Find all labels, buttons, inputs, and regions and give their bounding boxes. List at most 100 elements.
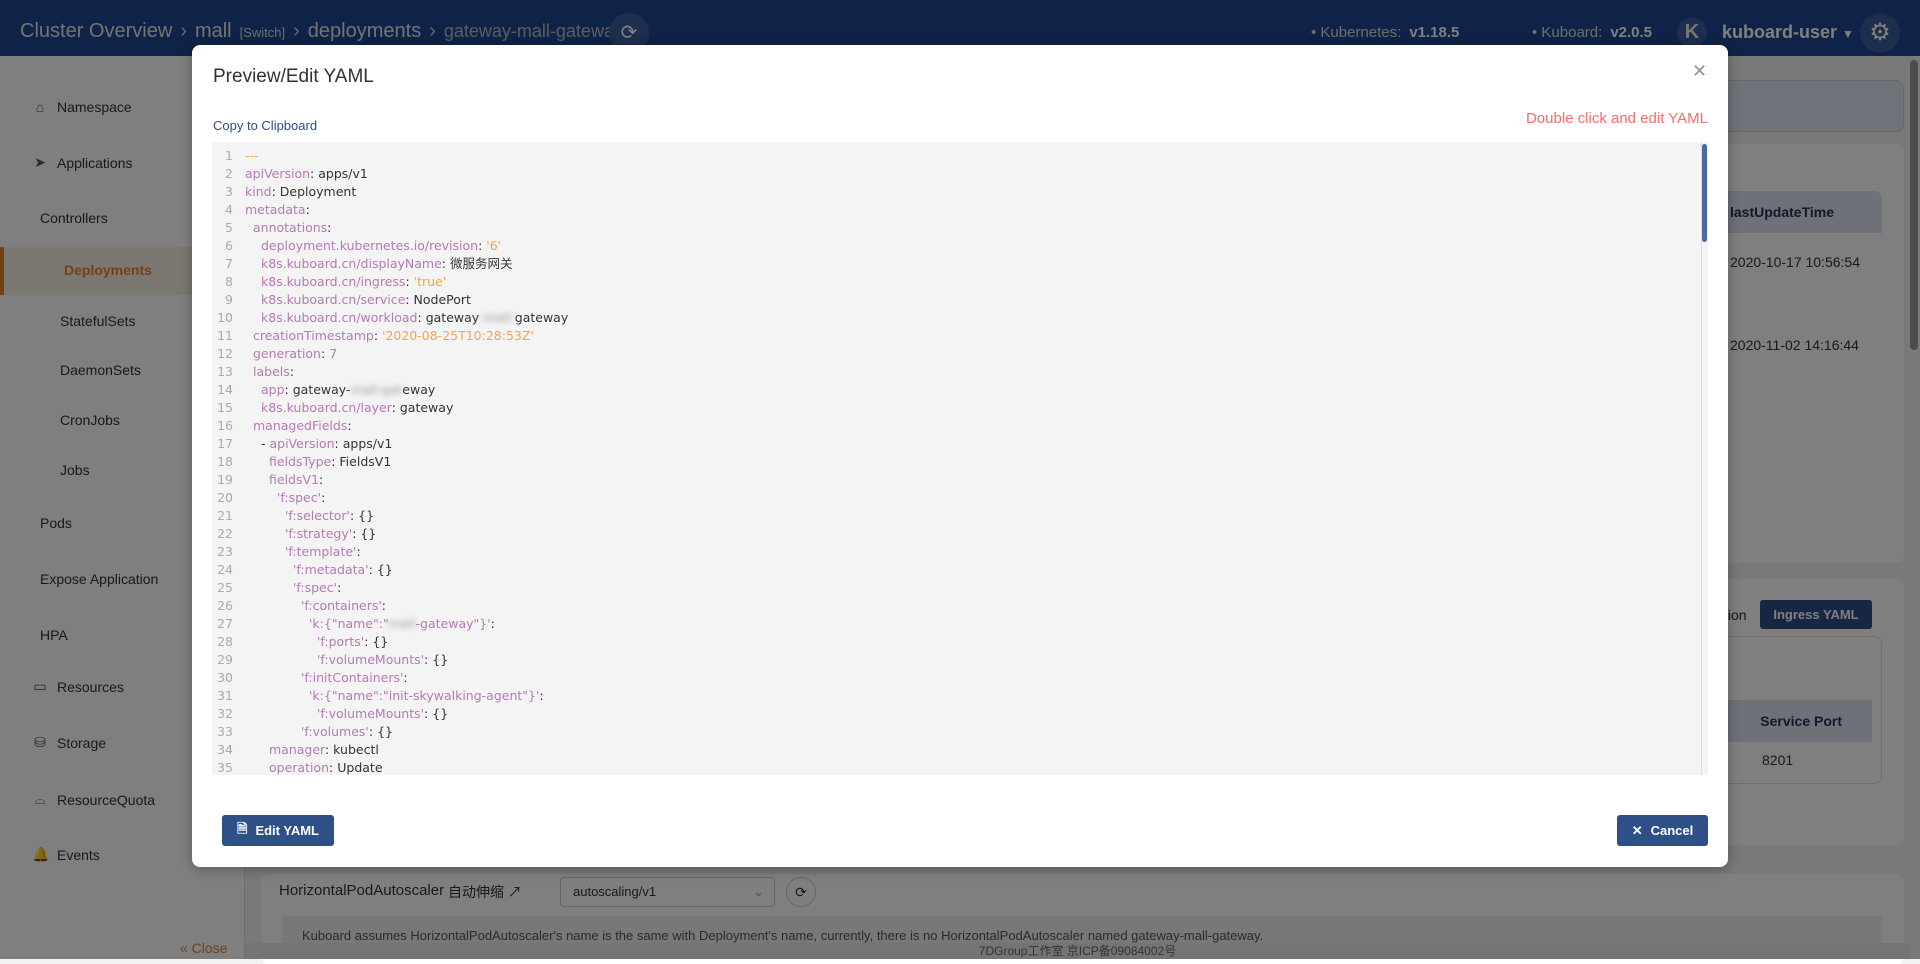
code-line: 2 apiVersion: apps/v1 — [212, 165, 1708, 183]
yaml-key: kind — [245, 184, 272, 199]
yaml-key: k8s.kuboard.cn/service — [261, 292, 406, 307]
code-line: 3 kind: Deployment — [212, 183, 1708, 201]
yaml-key: 'f:volumeMounts' — [317, 706, 425, 721]
line-number: 5 — [225, 220, 233, 235]
yaml-key: managedFields — [253, 418, 348, 433]
code-line: 25 'f:spec': — [212, 579, 1708, 597]
line-number: 11 — [217, 328, 233, 343]
yaml-value: Update — [337, 760, 383, 775]
edit-yaml-button[interactable]: 🗎 Edit YAML — [222, 815, 334, 846]
dialog-title: Preview/Edit YAML — [213, 66, 374, 87]
code-line: 20 'f:spec': — [212, 489, 1708, 507]
code-line: 6 deployment.kubernetes.io/revision: '6' — [212, 237, 1708, 255]
line-number: 35 — [217, 760, 233, 775]
code-line: 9 k8s.kuboard.cn/service: NodePort — [212, 291, 1708, 309]
yaml-key: 'f:volumes' — [301, 724, 369, 739]
code-line: 10 k8s.kuboard.cn/workload: gateway-mall-… — [212, 309, 1708, 327]
line-number: 2 — [225, 166, 233, 181]
yaml-key: labels — [253, 364, 290, 379]
line-number: 17 — [217, 436, 233, 451]
yaml-value: Deployment — [279, 184, 357, 199]
line-number: 1 — [225, 148, 233, 163]
yaml-value: kubectl — [333, 742, 379, 757]
code-line: 1 --- — [212, 147, 1708, 165]
code-line: 24'f:metadata': {} — [212, 561, 1708, 579]
yaml-key: 'f:volumeMounts' — [317, 652, 425, 667]
yaml-colon: : — [539, 688, 544, 703]
yaml-colon: : — [381, 598, 386, 613]
yaml-key: 'f:metadata' — [293, 562, 369, 577]
line-number: 13 — [217, 364, 233, 379]
code-line: 30 'f:initContainers': — [212, 669, 1708, 687]
redacted-text: -mall- — [478, 310, 515, 325]
code-line: 35 operation: Update — [212, 759, 1708, 775]
cancel-button[interactable]: ✕ Cancel — [1617, 815, 1708, 846]
yaml-colon: : — [347, 418, 352, 433]
yaml-colon: : — [403, 670, 408, 685]
yaml-colon: : — [289, 364, 294, 379]
redacted-text: mall-gat — [350, 382, 403, 397]
editor-scrollbar-thumb[interactable] — [1702, 144, 1707, 242]
line-number: 14 — [217, 382, 233, 397]
yaml-key: apiVersion — [245, 166, 311, 181]
yaml-value: {} — [376, 562, 393, 577]
line-number: 31 — [217, 688, 233, 703]
yaml-key: annotations — [253, 220, 328, 235]
yaml-value: 微服务网关 — [450, 256, 513, 271]
yaml-key: fieldsType — [269, 454, 332, 469]
yaml-key: metadata — [245, 202, 306, 217]
yaml-key: 'f:ports' — [317, 634, 365, 649]
yaml-value: {} — [432, 652, 449, 667]
code-line: 18 fieldsType: FieldsV1 — [212, 453, 1708, 471]
close-icon[interactable]: ✕ — [1692, 61, 1707, 82]
yaml-key: 'f:spec' — [277, 490, 322, 505]
code-line: 13 labels: — [212, 363, 1708, 381]
line-number: 28 — [217, 634, 233, 649]
line-number: 8 — [225, 274, 233, 289]
code-line: 17- apiVersion: apps/v1 — [212, 435, 1708, 453]
code-line: 22'f:strategy': {} — [212, 525, 1708, 543]
yaml-key: k8s.kuboard.cn/displayName — [261, 256, 442, 271]
line-number: 20 — [217, 490, 233, 505]
line-number: 25 — [217, 580, 233, 595]
yaml-key: 'f:template' — [285, 544, 357, 559]
yaml-key: 'k:{"name":"init-skywalking-agent"}' — [309, 688, 540, 703]
code-line: 4 metadata: — [212, 201, 1708, 219]
yaml-value: {} — [432, 706, 449, 721]
file-edit-icon: 🗎 — [236, 820, 248, 836]
yaml-colon: : — [490, 616, 495, 631]
yaml-key: k8s.kuboard.cn/ingress — [261, 274, 406, 289]
code-line: 21'f:selector': {} — [212, 507, 1708, 525]
line-number: 34 — [217, 742, 233, 757]
code-line: 15 k8s.kuboard.cn/layer: gateway — [212, 399, 1708, 417]
yaml-value: gateway — [514, 310, 569, 325]
code-line: 23 'f:template': — [212, 543, 1708, 561]
yaml-key: deployment.kubernetes.io/revision — [261, 238, 479, 253]
yaml-key: 'f:strategy' — [285, 526, 353, 541]
yaml-key: 'f:containers' — [301, 598, 382, 613]
yaml-colon: : — [305, 202, 310, 217]
yaml-key: k8s.kuboard.cn/layer — [261, 400, 392, 415]
code-line: 28'f:ports': {} — [212, 633, 1708, 651]
yaml-colon: : — [319, 472, 324, 487]
yaml-key: app — [261, 382, 285, 397]
yaml-dialog: Preview/Edit YAML ✕ Copy to Clipboard Do… — [192, 45, 1728, 867]
line-number: 7 — [225, 256, 233, 271]
yaml-key: manager — [269, 742, 325, 757]
code-line: 32'f:volumeMounts': {} — [212, 705, 1708, 723]
yaml-key: apiVersion — [269, 436, 335, 451]
yaml-key: fieldsV1 — [269, 472, 319, 487]
yaml-key: 'f:spec' — [293, 580, 338, 595]
yaml-key: 'k:{"name":" — [309, 616, 389, 631]
yaml-value: {} — [358, 508, 375, 523]
code-line: 29'f:volumeMounts': {} — [212, 651, 1708, 669]
line-number: 21 — [217, 508, 233, 523]
yaml-value: FieldsV1 — [339, 454, 392, 469]
yaml-value: 'true' — [413, 274, 447, 289]
yaml-value: gateway- — [292, 382, 351, 397]
line-number: 18 — [217, 454, 233, 469]
copy-to-clipboard-link[interactable]: Copy to Clipboard — [213, 118, 317, 133]
yaml-editor[interactable]: 1 --- 2 apiVersion: apps/v1 3 kind: Deploymen… — [212, 142, 1708, 775]
code-line: 7 k8s.kuboard.cn/displayName: 微服务网关 — [212, 255, 1708, 273]
yaml-colon: : — [356, 544, 361, 559]
